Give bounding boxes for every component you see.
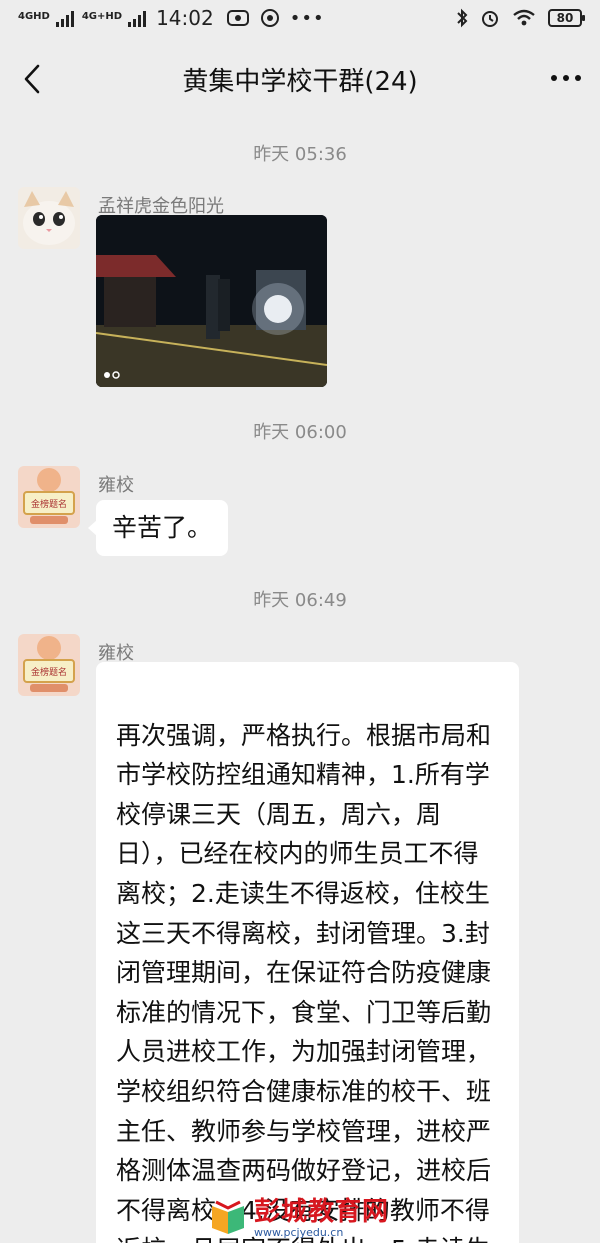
message-bubble[interactable]: 再次强调，严格执行。根据市局和 市学校防控组通知精神，1.所有学 校停课三天（周… [96, 662, 519, 1243]
chat-title: 黄集中学校干群(24) [182, 66, 418, 97]
photo-message[interactable] [96, 215, 327, 387]
avatar[interactable] [18, 187, 80, 249]
avatar[interactable]: 金榜题名 [18, 634, 80, 696]
watermark-url: www.pcjyedu.cn [254, 1225, 344, 1239]
network-type-2: 4G+HD [81, 11, 123, 22]
sender-name: 雍校 [98, 475, 134, 496]
notification-icon [226, 10, 249, 26]
message-bubble[interactable]: 辛苦了。 [87, 500, 229, 556]
wifi-icon [513, 9, 535, 26]
back-arrow-icon[interactable] [18, 62, 48, 96]
book-logo-icon [212, 1200, 244, 1234]
signal-icon [128, 9, 147, 27]
chat-header: 黄集中学校干群(24) [0, 36, 600, 122]
bluetooth-icon [457, 8, 468, 28]
chat-status-icon [260, 9, 279, 27]
message-timestamp: 昨天 05:36 [253, 144, 347, 165]
message-timestamp: 昨天 06:00 [253, 422, 347, 443]
night-scene-image [96, 215, 327, 387]
avatar-badge-text: 金榜题名 [31, 498, 67, 510]
diploma-avatar-image: 金榜题名 [18, 466, 80, 528]
alarm-icon [482, 11, 498, 27]
message-text: 辛苦了。 [112, 513, 213, 542]
message-timestamp: 昨天 06:49 [253, 590, 347, 611]
cat-avatar-image [18, 187, 80, 249]
avatar[interactable]: 金榜题名 [18, 466, 80, 528]
status-time: 14:02 [156, 6, 214, 30]
status-bar: 4GHD 4G+HD 14:02 ••• 80 [0, 0, 600, 36]
site-watermark: 彭城教育网 www.pcjyedu.cn [208, 1196, 488, 1240]
more-status-icon: ••• [289, 7, 325, 29]
more-options-icon[interactable] [548, 66, 584, 90]
network-type-1: 4GHD [18, 11, 50, 22]
avatar-badge-text: 金榜题名 [31, 666, 67, 678]
message-text: 再次强调，严格执行。根据市局和 市学校防控组通知精神，1.所有学 校停课三天（周… [116, 720, 492, 1243]
diploma-avatar-image: 金榜题名 [18, 634, 80, 696]
battery-icon: 80 [548, 9, 585, 27]
signal-icon [55, 9, 74, 27]
watermark-name: 彭城教育网 [254, 1196, 390, 1227]
